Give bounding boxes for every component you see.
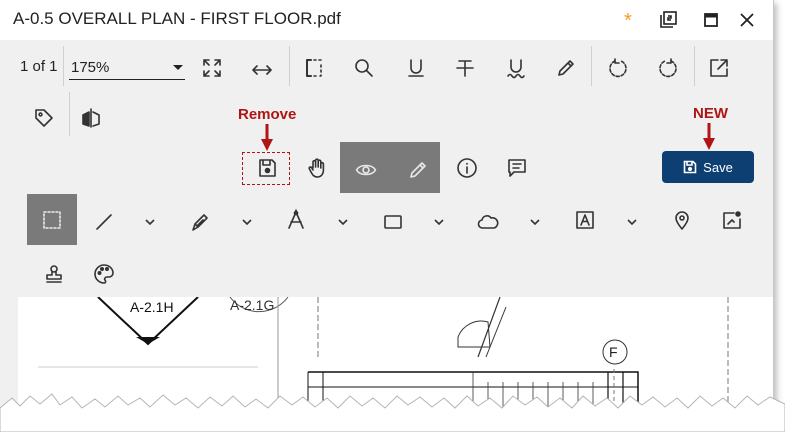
- arrow-down-icon: [703, 123, 715, 150]
- strikethrough-icon[interactable]: [449, 52, 481, 84]
- pencil-icon[interactable]: [550, 52, 582, 84]
- line-icon[interactable]: [88, 206, 120, 238]
- page-counter: 1 of 1: [20, 58, 58, 75]
- rectangle-select-icon[interactable]: [36, 204, 68, 236]
- select-area-icon[interactable]: [298, 52, 330, 84]
- save-button-label: Save: [703, 159, 733, 175]
- fit-page-icon[interactable]: [196, 52, 228, 84]
- eye-icon[interactable]: [350, 154, 382, 186]
- measure-compass-icon[interactable]: [280, 204, 312, 236]
- palette-icon[interactable]: [88, 258, 120, 290]
- grid-bubble-label: F: [609, 344, 618, 360]
- sheet-tag-label: A-2.1G: [230, 297, 275, 313]
- separator: [69, 92, 70, 136]
- toolbar: 1 of 1 175% Save: [0, 40, 773, 297]
- save-icon: [683, 160, 697, 174]
- chevron-down-icon[interactable]: [431, 214, 447, 230]
- remove-highlight-box: [242, 152, 290, 185]
- fit-width-icon[interactable]: [246, 54, 278, 86]
- arrow-down-icon: [261, 124, 273, 151]
- close-icon[interactable]: [735, 8, 759, 32]
- chevron-down-icon[interactable]: [527, 214, 543, 230]
- highlighter-icon[interactable]: [184, 206, 216, 238]
- separator: [63, 46, 64, 86]
- zoom-value: 175%: [71, 59, 110, 76]
- separator: [591, 46, 592, 86]
- zoom-select[interactable]: 175%: [69, 55, 185, 80]
- new-annotation-label: NEW: [693, 105, 728, 122]
- chevron-down-icon[interactable]: [335, 214, 351, 230]
- chevron-down-icon[interactable]: [239, 214, 255, 230]
- unsaved-indicator: *: [624, 10, 632, 32]
- squiggly-underline-icon[interactable]: [500, 52, 532, 84]
- underline-icon[interactable]: [400, 52, 432, 84]
- info-icon[interactable]: [451, 152, 483, 184]
- search-icon[interactable]: [348, 52, 380, 84]
- rotate-right-icon[interactable]: [652, 52, 684, 84]
- document-title: A-0.5 OVERALL PLAN - FIRST FLOOR.pdf: [13, 9, 341, 28]
- chevron-down-icon: [173, 65, 183, 70]
- comment-icon[interactable]: [501, 152, 533, 184]
- sheet-tag-label: A-2.1H: [130, 299, 174, 315]
- chevron-down-icon[interactable]: [624, 214, 640, 230]
- remove-annotation-label: Remove: [238, 106, 297, 123]
- open-external-icon[interactable]: [703, 52, 735, 84]
- edit-pencil-icon[interactable]: [402, 154, 434, 186]
- maximize-icon[interactable]: [699, 8, 723, 32]
- stamp-icon[interactable]: [38, 258, 70, 290]
- compare-icon[interactable]: [75, 102, 107, 134]
- separator: [289, 46, 290, 86]
- text-box-icon[interactable]: [569, 204, 601, 236]
- image-stamp-icon[interactable]: [716, 204, 748, 236]
- tag-icon[interactable]: [28, 102, 60, 134]
- pan-hand-icon[interactable]: [301, 152, 333, 184]
- separator: [694, 46, 695, 86]
- location-pin-icon[interactable]: [666, 204, 698, 236]
- pdf-viewer-window: A-0.5 OVERALL PLAN - FIRST FLOOR.pdf * 1…: [0, 0, 774, 410]
- chevron-down-icon[interactable]: [142, 214, 158, 230]
- rectangle-shape-icon[interactable]: [377, 206, 409, 238]
- title-bar: A-0.5 OVERALL PLAN - FIRST FLOOR.pdf *: [0, 0, 773, 40]
- save-button[interactable]: Save: [662, 151, 754, 183]
- torn-edge-decoration: [0, 393, 785, 432]
- cloud-icon[interactable]: [472, 206, 504, 238]
- rotate-left-icon[interactable]: [602, 52, 634, 84]
- page-view-icon[interactable]: [657, 8, 681, 32]
